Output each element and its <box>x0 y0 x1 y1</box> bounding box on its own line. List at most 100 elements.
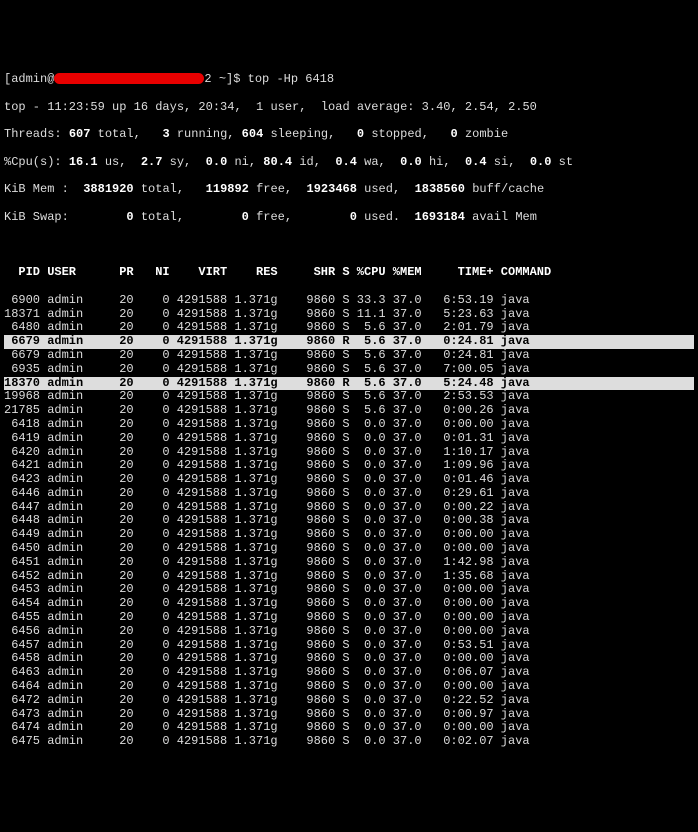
cell-pr: 20 <box>90 377 133 391</box>
column-header: PIDUSERPRNIVIRTRESSHRS%CPU%MEMTIME+COMMA… <box>4 266 694 280</box>
cell-user: admin <box>40 308 90 322</box>
cell-cpu: 0.0 <box>350 680 386 694</box>
cell-s: S <box>335 418 349 432</box>
cell-cpu: 0.0 <box>350 501 386 515</box>
cell-user: admin <box>40 652 90 666</box>
process-row: 18370admin20042915881.371g9860R5.637.05:… <box>4 377 694 391</box>
process-list: 6900admin20042915881.371g9860S33.337.06:… <box>4 294 694 749</box>
cell-mem: 37.0 <box>386 514 422 528</box>
cell-cmd: java <box>494 542 530 556</box>
cell-ni: 0 <box>134 349 170 363</box>
cell-mem: 37.0 <box>386 473 422 487</box>
cell-shr: 9860 <box>278 570 336 584</box>
cell-time: 0:00.26 <box>422 404 494 418</box>
cell-user: admin <box>40 446 90 460</box>
cell-pr: 20 <box>90 735 133 749</box>
cell-ni: 0 <box>134 583 170 597</box>
cell-ni: 0 <box>134 321 170 335</box>
cell-cpu: 0.0 <box>350 473 386 487</box>
cell-ni: 0 <box>134 708 170 722</box>
cell-ni: 0 <box>134 652 170 666</box>
cell-shr: 9860 <box>278 556 336 570</box>
cell-s: S <box>335 652 349 666</box>
cell-ni: 0 <box>134 556 170 570</box>
cell-shr: 9860 <box>278 404 336 418</box>
cell-cpu: 0.0 <box>350 625 386 639</box>
cell-res: 1.371g <box>227 501 277 515</box>
cell-pr: 20 <box>90 501 133 515</box>
cell-s: S <box>335 583 349 597</box>
cell-time: 0:01.46 <box>422 473 494 487</box>
cell-shr: 9860 <box>278 625 336 639</box>
cell-ni: 0 <box>134 335 170 349</box>
cell-ni: 0 <box>134 473 170 487</box>
process-row: 6455admin20042915881.371g9860S0.037.00:0… <box>4 611 694 625</box>
cell-time: 2:01.79 <box>422 321 494 335</box>
cell-virt: 4291588 <box>170 487 228 501</box>
cell-pid: 6447 <box>4 501 40 515</box>
cell-s: S <box>335 570 349 584</box>
cell-virt: 4291588 <box>170 625 228 639</box>
cell-pid: 6446 <box>4 487 40 501</box>
cell-shr: 9860 <box>278 487 336 501</box>
cell-s: S <box>335 514 349 528</box>
cell-s: S <box>335 625 349 639</box>
cell-res: 1.371g <box>227 694 277 708</box>
cell-pr: 20 <box>90 294 133 308</box>
cell-ni: 0 <box>134 528 170 542</box>
cell-time: 0:01.31 <box>422 432 494 446</box>
cell-cmd: java <box>494 611 530 625</box>
cell-ni: 0 <box>134 390 170 404</box>
cell-cpu: 0.0 <box>350 652 386 666</box>
cell-cpu: 5.6 <box>350 349 386 363</box>
process-row: 6463admin20042915881.371g9860S0.037.00:0… <box>4 666 694 680</box>
cell-mem: 37.0 <box>386 708 422 722</box>
cell-virt: 4291588 <box>170 652 228 666</box>
cell-user: admin <box>40 335 90 349</box>
cell-cmd: java <box>494 446 530 460</box>
cell-mem: 37.0 <box>386 404 422 418</box>
cell-cmd: java <box>494 404 530 418</box>
cell-user: admin <box>40 432 90 446</box>
cell-cmd: java <box>494 735 530 749</box>
cell-user: admin <box>40 294 90 308</box>
cell-res: 1.371g <box>227 404 277 418</box>
cell-cmd: java <box>494 514 530 528</box>
cell-mem: 37.0 <box>386 721 422 735</box>
cell-virt: 4291588 <box>170 404 228 418</box>
cell-pid: 6455 <box>4 611 40 625</box>
cell-shr: 9860 <box>278 542 336 556</box>
process-row: 6475admin20042915881.371g9860S0.037.00:0… <box>4 735 694 749</box>
cell-time: 0:53.51 <box>422 639 494 653</box>
cell-pid: 6463 <box>4 666 40 680</box>
cell-s: S <box>335 349 349 363</box>
cell-time: 0:00.00 <box>422 721 494 735</box>
cell-user: admin <box>40 556 90 570</box>
cell-s: S <box>335 432 349 446</box>
cell-shr: 9860 <box>278 432 336 446</box>
cell-pr: 20 <box>90 583 133 597</box>
cell-pr: 20 <box>90 639 133 653</box>
cell-cmd: java <box>494 639 530 653</box>
cell-pid: 6935 <box>4 363 40 377</box>
cell-res: 1.371g <box>227 611 277 625</box>
cell-pid: 6679 <box>4 335 40 349</box>
cell-ni: 0 <box>134 639 170 653</box>
terminal-output[interactable]: [admin@2 ~]$ top -Hp 6418 top - 11:23:59… <box>4 59 694 763</box>
cell-s: S <box>335 308 349 322</box>
cell-pr: 20 <box>90 308 133 322</box>
shell-prompt: [admin@2 ~]$ top -Hp 6418 <box>4 73 694 87</box>
cell-user: admin <box>40 611 90 625</box>
cell-pid: 6450 <box>4 542 40 556</box>
cell-ni: 0 <box>134 680 170 694</box>
cell-shr: 9860 <box>278 501 336 515</box>
cell-mem: 37.0 <box>386 363 422 377</box>
cell-res: 1.371g <box>227 597 277 611</box>
cell-cpu: 0.0 <box>350 597 386 611</box>
cell-cmd: java <box>494 501 530 515</box>
process-row: 21785admin20042915881.371g9860S5.637.00:… <box>4 404 694 418</box>
cell-pr: 20 <box>90 390 133 404</box>
cell-shr: 9860 <box>278 611 336 625</box>
cell-s: S <box>335 735 349 749</box>
cell-virt: 4291588 <box>170 501 228 515</box>
